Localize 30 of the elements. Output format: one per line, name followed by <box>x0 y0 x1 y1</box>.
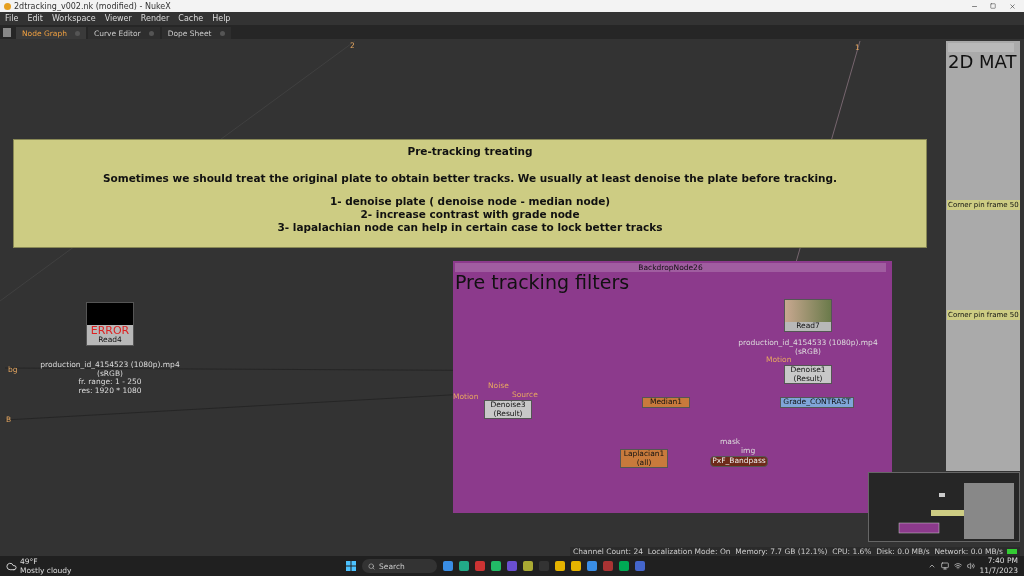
backdrop-label: 2D MAT <box>947 52 1018 72</box>
search-icon <box>368 562 375 570</box>
menu-item[interactable]: Cache <box>178 14 204 23</box>
menu-item[interactable]: Edit <box>27 14 43 23</box>
app-logo-icon <box>4 2 11 10</box>
chevron-icon[interactable] <box>927 562 936 570</box>
monitor-icon[interactable] <box>940 562 949 570</box>
photo-placeholder <box>785 300 831 322</box>
maximize-icon <box>990 3 996 9</box>
menu-item[interactable]: Render <box>140 14 170 23</box>
cloud-icon[interactable] <box>6 560 17 572</box>
status-indicator <box>1007 549 1017 554</box>
menu-item[interactable]: File <box>5 14 19 23</box>
note-title: Pre-tracking treating <box>407 145 533 157</box>
start-icon[interactable] <box>346 561 356 571</box>
menu-item[interactable]: Viewer <box>104 14 132 23</box>
error-label: ERROR <box>90 325 130 336</box>
note-text: 3- lapalachian node can help in certain case to lock better tracks <box>277 221 663 233</box>
sticky-note[interactable] <box>13 139 927 248</box>
note-text: 1- denoise plate ( denoise node - median node) <box>329 195 611 207</box>
menu-item[interactable]: Help <box>212 14 231 23</box>
wifi-icon[interactable] <box>953 562 962 570</box>
minimap-drawing[interactable] <box>868 472 1020 542</box>
note-text: 2- increase contrast with grade node <box>360 208 580 220</box>
menu-item[interactable]: Workspace <box>51 14 96 23</box>
window-title: 2dtracking_v002.nk (modified) - NukeX <box>14 1 172 11</box>
thumbnail <box>87 303 133 325</box>
volume-icon[interactable] <box>966 562 975 570</box>
backdrop-label: Pre tracking filters <box>454 272 631 293</box>
note-text: Sometimes we should treat the original plate to obtain better tracks. We usually at least denoise the plate before tracking. <box>103 172 837 184</box>
